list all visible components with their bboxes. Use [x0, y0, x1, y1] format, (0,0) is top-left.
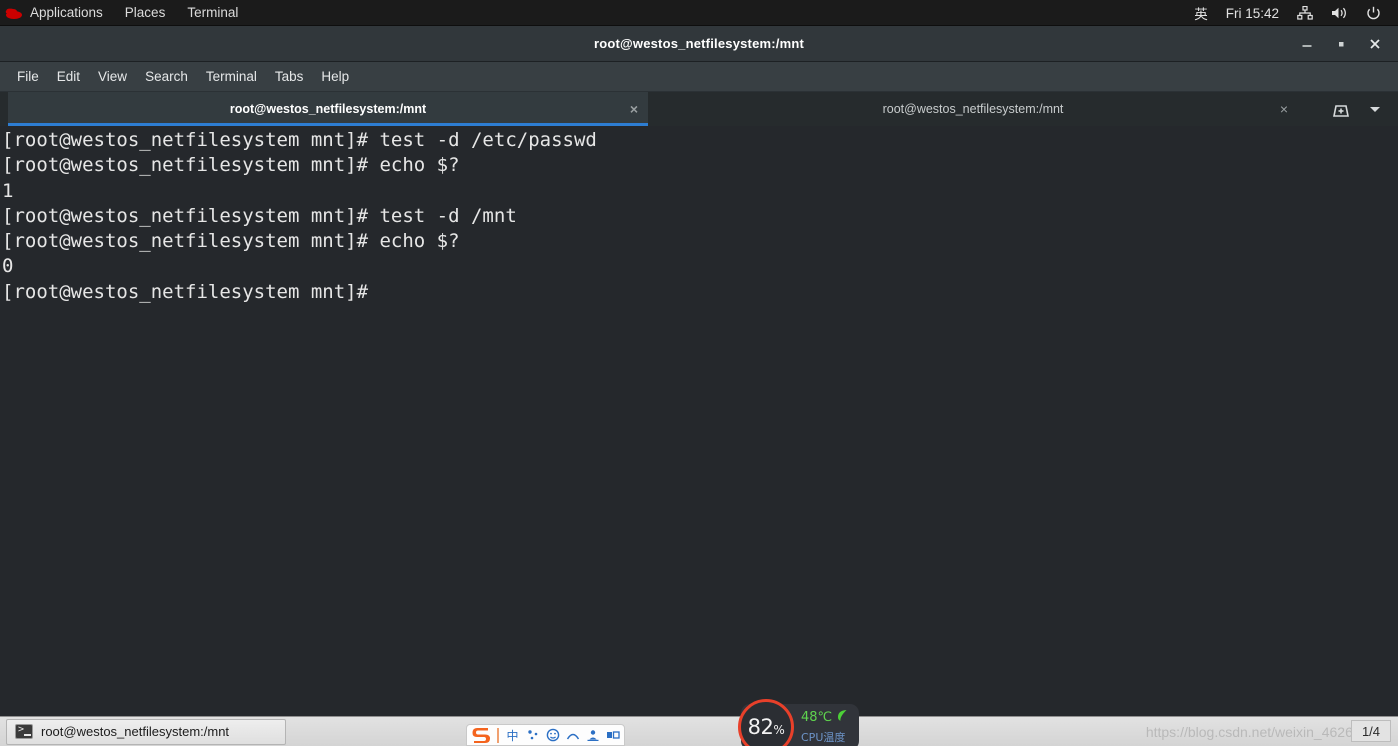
window-title: root@westos_netfilesystem:/mnt: [593, 36, 805, 51]
menu-tabs[interactable]: Tabs: [266, 62, 313, 92]
cpu-temperature-group: 48℃ CPU温度: [801, 709, 848, 745]
window-titlebar: root@westos_netfilesystem:/mnt: [0, 26, 1398, 62]
keyboard-button[interactable]: [603, 725, 622, 745]
menubar: File Edit View Search Terminal Tabs Help: [0, 62, 1398, 92]
taskbar-window-button[interactable]: root@westos_netfilesystem:/mnt: [6, 718, 286, 745]
menu-help[interactable]: Help: [312, 62, 358, 92]
minimize-icon[interactable]: [1290, 26, 1324, 62]
leaf-icon: [836, 709, 848, 726]
tab-close-icon[interactable]: ×: [1280, 102, 1288, 116]
tab-terminal-1[interactable]: root@westos_netfilesystem:/mnt ×: [8, 92, 648, 126]
sogou-logo-icon[interactable]: [470, 725, 493, 745]
tab-bar-spacer: [1298, 92, 1324, 126]
tab-label: root@westos_netfilesystem:/mnt: [229, 102, 427, 116]
window-controls: [1290, 26, 1392, 62]
cpu-temperature: 48℃: [801, 709, 848, 726]
user-button[interactable]: [583, 725, 602, 745]
tab-label: root@westos_netfilesystem:/mnt: [882, 102, 1064, 116]
power-icon[interactable]: [1357, 6, 1390, 21]
tab-close-icon[interactable]: ×: [630, 102, 638, 116]
menu-file[interactable]: File: [8, 62, 48, 92]
clock[interactable]: Fri 15:42: [1217, 6, 1288, 21]
menu-edit[interactable]: Edit: [48, 62, 89, 92]
terminal-output[interactable]: [root@westos_netfilesystem mnt]# test -d…: [0, 126, 1398, 716]
terminal-line: 1: [2, 179, 14, 202]
places-menu[interactable]: Places: [114, 0, 177, 26]
tab-bar: root@westos_netfilesystem:/mnt × root@we…: [0, 92, 1398, 126]
screen: Applications Places Terminal 英 Fri 15:42: [0, 0, 1398, 746]
chevron-down-icon[interactable]: [1358, 92, 1392, 126]
tab-bar-tools: [1324, 92, 1398, 126]
taskbar-window-label: root@westos_netfilesystem:/mnt: [41, 724, 230, 739]
close-icon[interactable]: [1358, 26, 1392, 62]
page-indicator: 1/4: [1351, 720, 1391, 742]
terminal-icon: [15, 724, 33, 739]
menu-view[interactable]: View: [89, 62, 136, 92]
taskbar: root@westos_netfilesystem:/mnt: [0, 716, 1398, 746]
terminal-line: [root@westos_netfilesystem mnt]#: [2, 280, 369, 303]
terminal-line: [root@westos_netfilesystem mnt]# echo $?: [2, 230, 460, 253]
terminal-window: root@westos_netfilesystem:/mnt File Edit…: [0, 26, 1398, 716]
ime-separator: [497, 727, 499, 743]
toolbox-button[interactable]: [563, 725, 582, 745]
cpu-temperature-value: 48℃: [801, 710, 833, 725]
top-bar-right-group: 英 Fri 15:42: [1185, 0, 1398, 26]
chinese-mode-button[interactable]: 中: [503, 725, 522, 745]
cpu-monitor-widget[interactable]: 82% 48℃ CPU温度: [738, 699, 859, 746]
terminal-line: 0: [2, 255, 14, 278]
menu-terminal[interactable]: Terminal: [197, 62, 266, 92]
sogou-ime-toolbar[interactable]: 中: [466, 724, 625, 746]
ime-indicator[interactable]: 英: [1185, 3, 1217, 23]
cpu-temperature-caption: CPU温度: [801, 731, 846, 744]
cpu-usage-value: 82%: [747, 714, 785, 739]
redhat-logo-icon: [0, 0, 26, 26]
terminal-line: [root@westos_netfilesystem mnt]# test -d…: [2, 204, 517, 227]
volume-icon[interactable]: [1322, 6, 1357, 20]
top-bar-left-group: Applications Places Terminal: [0, 0, 249, 25]
pinyin-mode-button[interactable]: [523, 725, 542, 745]
tab-terminal-2[interactable]: root@westos_netfilesystem:/mnt ×: [648, 92, 1298, 126]
terminal-line: [root@westos_netfilesystem mnt]# test -d…: [2, 129, 597, 151]
network-icon[interactable]: [1288, 6, 1322, 20]
new-tab-icon[interactable]: [1324, 92, 1358, 126]
emoji-button[interactable]: [543, 725, 562, 745]
gnome-top-bar: Applications Places Terminal 英 Fri 15:42: [0, 0, 1398, 26]
menu-search[interactable]: Search: [136, 62, 197, 92]
terminal-line: [root@westos_netfilesystem mnt]# echo $?: [2, 154, 460, 177]
applications-menu[interactable]: Applications: [26, 0, 114, 26]
cpu-usage-ring: 82%: [738, 699, 794, 746]
maximize-icon[interactable]: [1324, 26, 1358, 62]
terminal-menu[interactable]: Terminal: [176, 0, 249, 26]
